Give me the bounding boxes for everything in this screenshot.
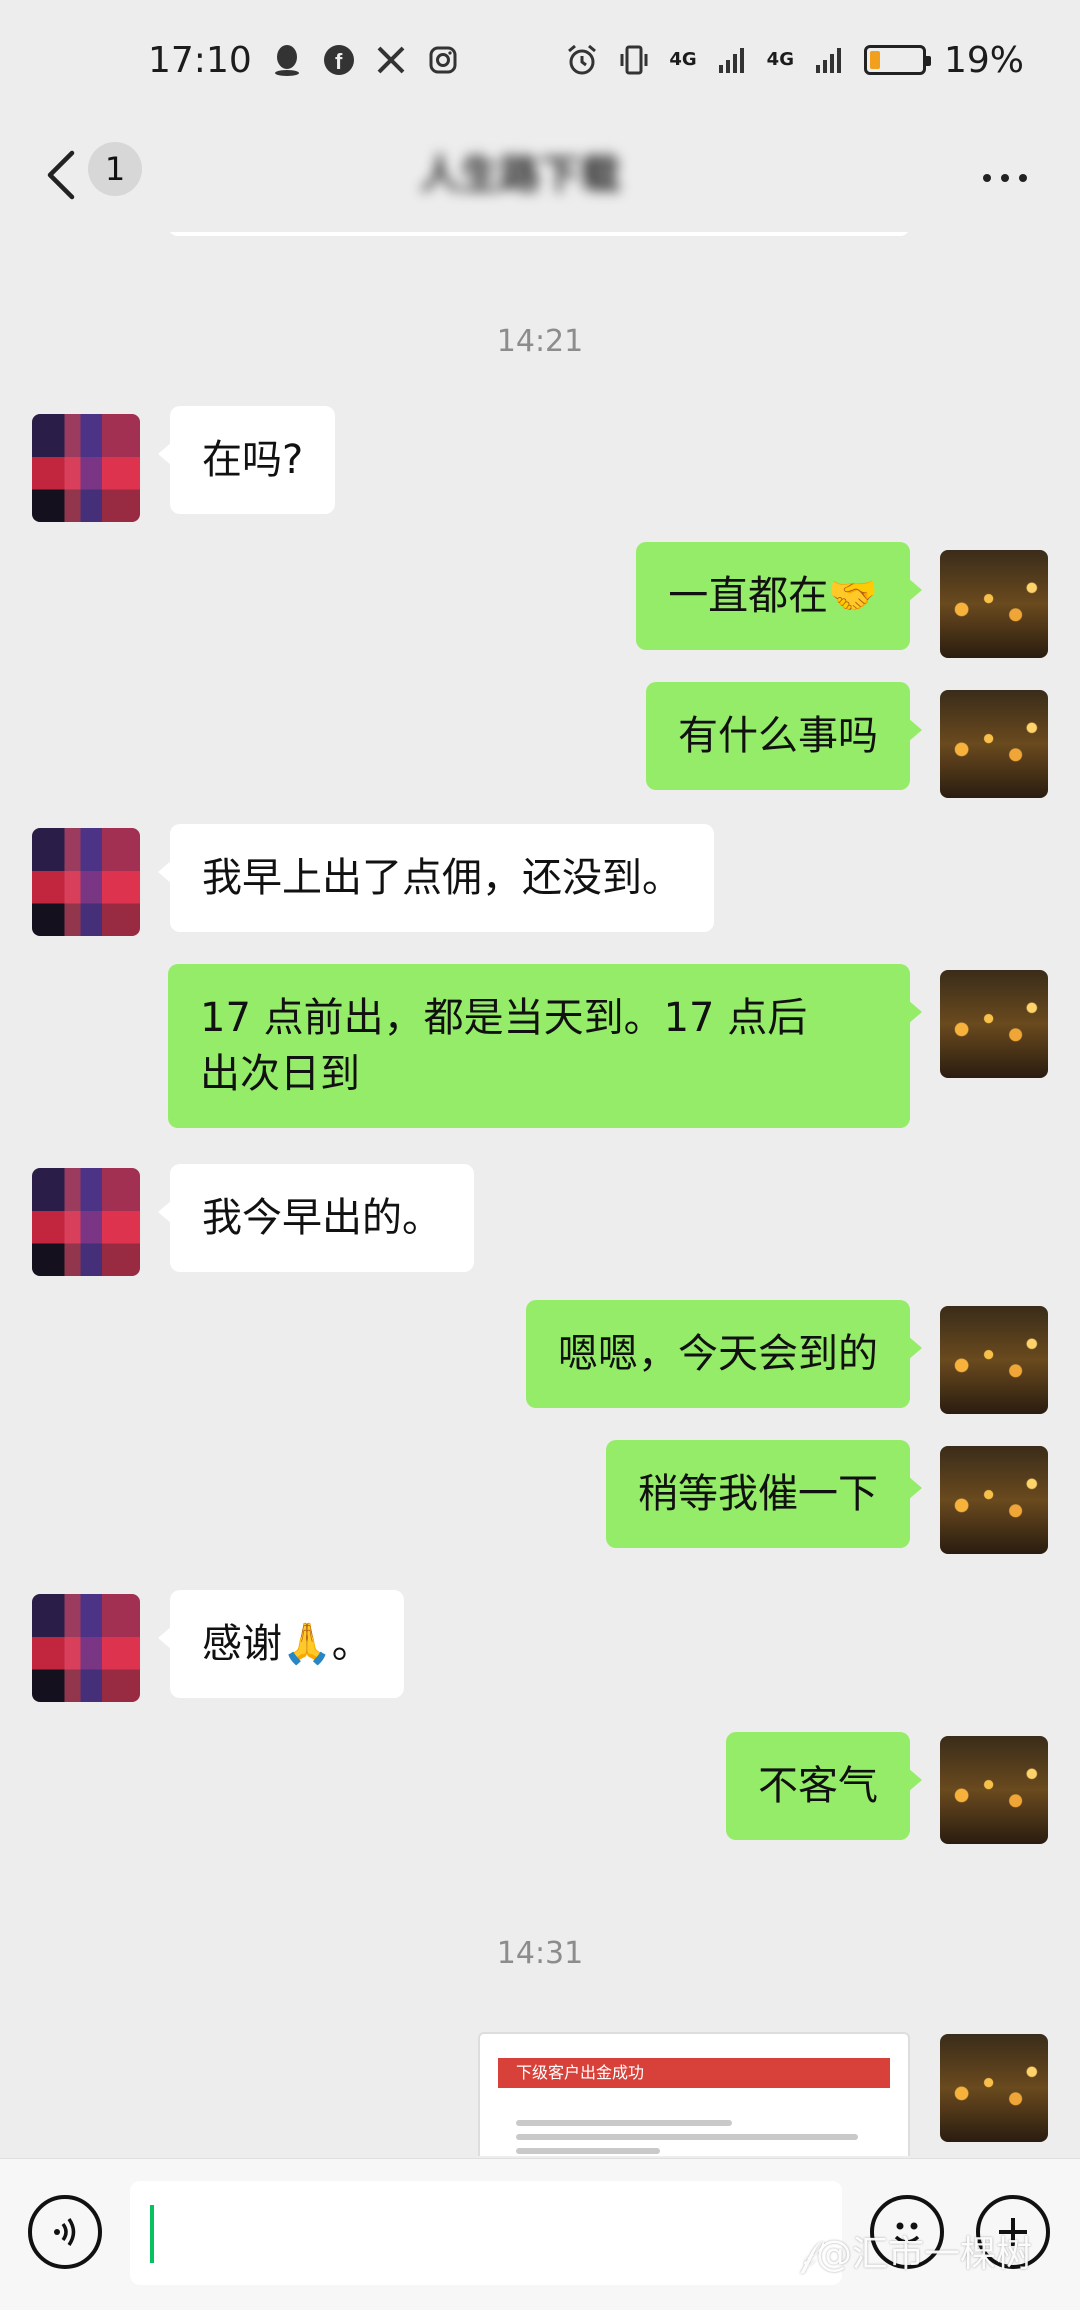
my-avatar[interactable] [940,1736,1048,1844]
qq-icon [270,43,304,77]
previous-message-edge [168,232,910,236]
signal-icon [715,43,749,77]
text-cursor [150,2205,154,2263]
chat-header: 1 人生路下载 [0,120,1080,230]
signal-icon [812,43,846,77]
message-bubble[interactable]: 在吗? [157,406,336,514]
image-header: 下级客户出金成功 [498,2058,890,2088]
chevron-left-icon [47,150,75,200]
message-bubble[interactable]: 稍等我催一下 [606,1440,922,1548]
peer-avatar[interactable] [32,828,140,936]
message-bubble[interactable]: 我今早出的。 [158,1164,474,1272]
timestamp: 14:31 [496,1936,584,1971]
timestamp: 14:21 [496,324,584,359]
peer-avatar[interactable] [32,1594,140,1702]
x-icon [374,43,408,77]
message-bubble[interactable]: 我早上出了点佣，还没到。 [158,824,714,932]
my-avatar[interactable] [940,550,1048,658]
battery-icon [863,45,931,75]
message-input[interactable] [130,2181,842,2285]
network-type: 4G [669,49,697,70]
alarm-icon [565,43,599,77]
back-button[interactable] [36,142,86,208]
message-bubble[interactable]: 17 点前出，都是当天到。17 点后 出次日到 [168,964,922,1128]
message-bubble[interactable]: 感谢🙏。 [158,1590,404,1698]
battery-percent: 19% [943,39,1024,81]
message-bubble[interactable]: 一直都在🤝 [636,542,922,650]
image-blurred-text [516,2120,876,2156]
chat-title: 人生路下载 [420,152,620,198]
peer-avatar[interactable] [32,414,140,522]
message-bubble[interactable]: 不客气 [726,1732,922,1840]
chat-history[interactable]: 14:21 在吗? 一直都在🤝 有什么事吗 我早上出了点佣，还没到。 17 点前… [0,232,1080,2156]
status-bar: 17:10 f 4G 4G 19% [0,0,1080,120]
clock: 17:10 [148,39,252,81]
more-button[interactable] [970,146,1040,206]
my-avatar[interactable] [940,970,1048,1078]
more-icon [978,167,1032,186]
facebook-icon: f [322,43,356,77]
message-bubble[interactable]: 嗯嗯，今天会到的 [526,1300,922,1408]
my-avatar[interactable] [940,690,1048,798]
my-avatar[interactable] [940,2034,1048,2142]
network-type-2: 4G [766,49,794,70]
image-message[interactable]: 下级客户出金成功 [478,2032,910,2156]
unread-count-badge[interactable]: 1 [88,142,142,196]
my-avatar[interactable] [940,1446,1048,1554]
message-bubble[interactable]: 有什么事吗 [646,682,922,790]
vibrate-icon [617,43,651,77]
instagram-icon [426,43,460,77]
voice-button[interactable] [28,2195,102,2269]
my-avatar[interactable] [940,1306,1048,1414]
svg-text:f: f [335,49,343,74]
peer-avatar[interactable] [32,1168,140,1276]
watermark: 𝒻@汇市一棵树 [800,2234,1033,2275]
voice-icon [54,2218,76,2246]
